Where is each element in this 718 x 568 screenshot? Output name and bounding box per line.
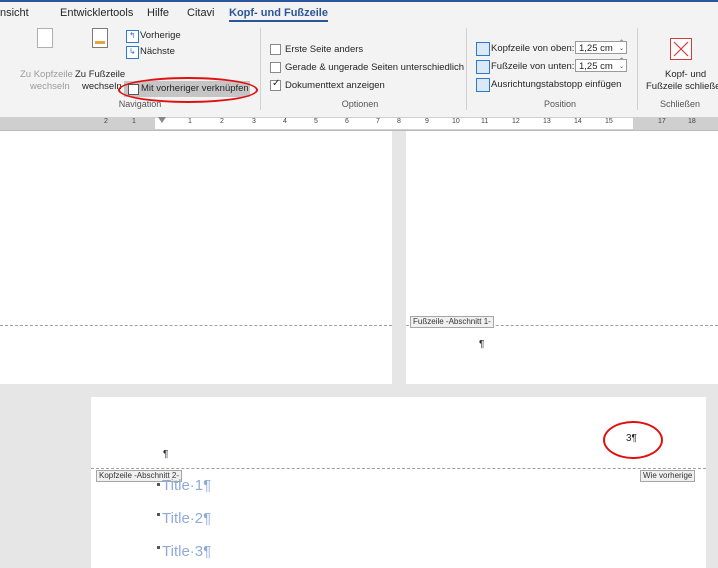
ruler-label: 13 [543, 118, 551, 125]
bullet-marker [157, 483, 160, 486]
bullet-marker [157, 513, 160, 516]
ruler-label: 7 [376, 118, 380, 125]
group-separator [260, 28, 261, 110]
odd-even-checkbox[interactable] [270, 62, 281, 73]
ruler-label: 2 [220, 118, 224, 125]
title-line-1[interactable]: Title·1¶ [162, 477, 211, 494]
navigation-group-label: Navigation [118, 99, 162, 109]
footer-bottom-icon [476, 60, 490, 74]
footer-section-tag: Fußzeile -Abschnitt 1- [410, 316, 494, 328]
group-separator [637, 28, 638, 110]
ruler-label: 1 [132, 118, 136, 125]
ruler-label: 8 [397, 118, 401, 125]
same-as-previous-tag: Wie vorherige [640, 470, 696, 482]
ruler-label: 4 [283, 118, 287, 125]
title-line-2[interactable]: Title·2¶ [162, 510, 211, 527]
position-group-label: Position [543, 99, 577, 109]
footer-bottom-label: Fußzeile von unten: [491, 61, 575, 72]
ruler-label: 9 [425, 118, 429, 125]
ruler-label: 12 [512, 118, 520, 125]
tab-entwicklertools[interactable]: Entwicklertools [60, 7, 133, 19]
highlight-oval [603, 421, 663, 459]
show-text-label: Dokumenttext anzeigen [285, 80, 385, 91]
close-header-footer-button[interactable] [644, 26, 718, 94]
indent-marker[interactable] [158, 117, 166, 123]
ribbon: Zu Kopfzeile wechseln Zu Fußzeile wechse… [0, 24, 718, 118]
header-top-icon [476, 42, 490, 56]
group-separator [466, 28, 467, 110]
ruler-white-area [155, 118, 633, 129]
previous-button[interactable]: Vorherige [140, 30, 181, 41]
header-top-spinner[interactable]: 1,25 cm ⌃ ⌄ [575, 40, 627, 54]
next-icon: ↳ [126, 46, 139, 59]
tab-hilfe[interactable]: Hilfe [147, 7, 169, 19]
page-lower[interactable]: ¶ 3¶ Kopfzeile -Abschnitt 2- Wie vorheri… [91, 397, 706, 568]
ruler-label: 15 [605, 118, 613, 125]
show-text-checkbox[interactable]: ✓ [270, 78, 281, 91]
ruler-label: 5 [314, 118, 318, 125]
checkmark-icon: ✓ [272, 78, 281, 89]
ruler-label: 6 [345, 118, 349, 125]
tab-kopf-fusszeile[interactable]: Kopf- und Fußzeile [229, 7, 328, 22]
close-group-label: Schließen [659, 99, 701, 109]
ribbon-tabs: nsicht Entwicklertools Hilfe Citavi Kopf… [0, 0, 718, 24]
align-tab-button[interactable]: Ausrichtungstabstopp einfügen [491, 79, 621, 90]
odd-even-label: Gerade & ungerade Seiten unterschiedlich [285, 62, 465, 73]
previous-icon: ↰ [126, 30, 139, 43]
page-left-upper[interactable] [0, 131, 392, 384]
ruler-label: 1 [188, 118, 192, 125]
section-divider [0, 325, 392, 326]
first-page-checkbox[interactable] [270, 44, 281, 55]
footer-bottom-spinner[interactable]: 1,25 cm ⌃ ⌄ [575, 58, 627, 72]
footer-pilcrow[interactable]: ¶ [479, 339, 484, 350]
goto-footer-button[interactable] [72, 26, 122, 94]
goto-header-button[interactable] [18, 26, 66, 94]
ruler-label: 2 [104, 118, 108, 125]
page-right-upper[interactable]: Fußzeile -Abschnitt 1- ¶ [406, 131, 718, 384]
title-line-3[interactable]: Title·3¶ [162, 543, 211, 560]
tab-citavi[interactable]: Citavi [187, 7, 215, 19]
header-top-label: Kopfzeile von oben: [491, 43, 575, 54]
ruler-label: 17 [658, 118, 666, 125]
next-button[interactable]: Nächste [140, 46, 175, 57]
tab-ansicht[interactable]: nsicht [0, 7, 29, 19]
options-group-label: Optionen [341, 99, 379, 109]
ruler: 2 1 1 2 3 4 5 6 7 8 9 10 11 12 13 14 15 … [0, 117, 718, 131]
header-pilcrow[interactable]: ¶ [163, 449, 168, 460]
ruler-label: 10 [452, 118, 460, 125]
header-divider [91, 468, 706, 469]
ruler-label: 14 [574, 118, 582, 125]
ruler-label: 3 [252, 118, 256, 125]
ruler-label: 11 [481, 118, 489, 125]
bullet-marker [157, 546, 160, 549]
align-tab-icon [476, 78, 490, 92]
first-page-label: Erste Seite anders [285, 44, 364, 55]
ruler-label: 18 [688, 118, 696, 125]
